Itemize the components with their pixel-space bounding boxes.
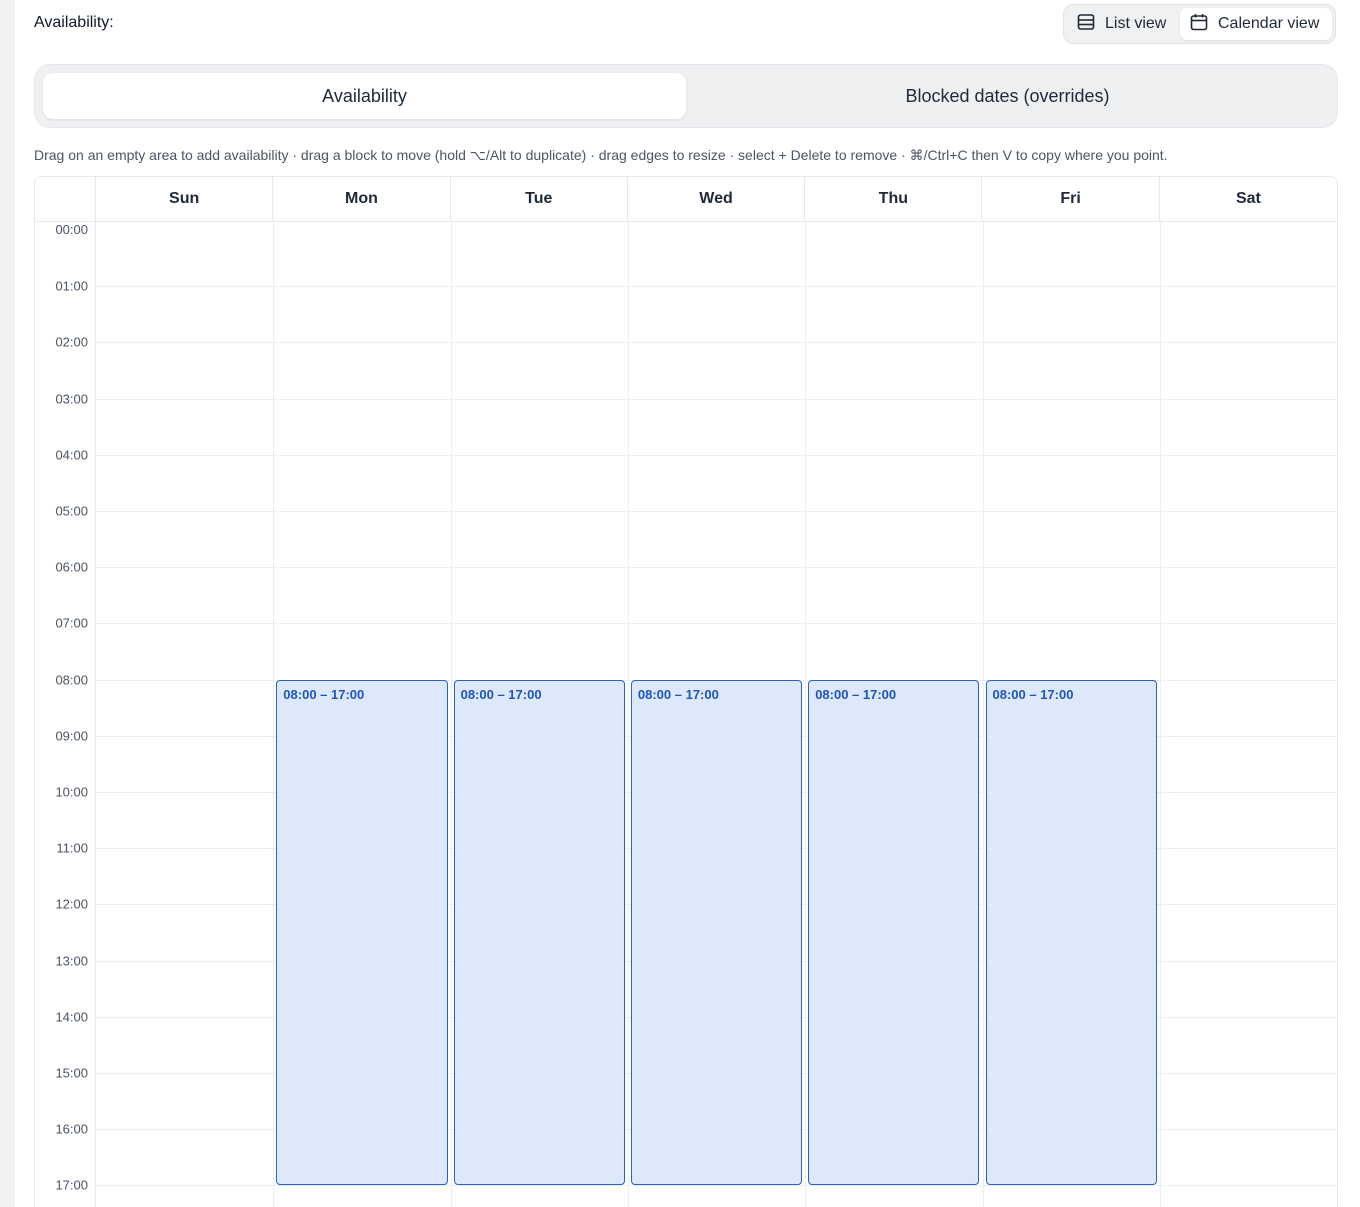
hour-label: 09:00 [55,728,88,744]
day-header-thu: Thu [805,177,983,221]
calendar-icon [1190,13,1208,36]
hour-label: 03:00 [55,391,88,407]
tab-availability[interactable]: Availability [43,73,686,119]
hour-label: 16:00 [55,1121,88,1137]
time-gutter-divider [95,222,96,1207]
availability-block-label: 08:00 – 17:00 [815,686,897,702]
hour-label: 10:00 [55,784,88,800]
hour-label: 08:00 [55,672,88,688]
day-header-wed: Wed [628,177,806,221]
availability-tabs: Availability Blocked dates (overrides) [34,64,1338,128]
calendar-header: Sun Mon Tue Wed Thu Fri Sat [35,177,1337,222]
list-view-button[interactable]: List view [1067,8,1180,40]
hour-label: 07:00 [55,615,88,631]
hour-label: 02:00 [55,334,88,350]
day-header-mon: Mon [273,177,451,221]
hour-label: 14:00 [55,1009,88,1025]
list-icon [1077,13,1095,36]
day-column-divider [450,222,452,1207]
time-gutter-header [35,177,96,221]
hour-label: 05:00 [55,503,88,519]
calendar-view-button[interactable]: Calendar view [1180,8,1332,40]
hour-gridline [96,1185,1337,1187]
hour-gridline [96,454,1337,456]
availability-block-label: 08:00 – 17:00 [283,686,365,702]
calendar-grid[interactable]: 00:00 01:00 02:00 03:00 04:00 05:00 06:00 07:00… [35,222,1337,1207]
hour-gridline [96,286,1337,288]
day-column-divider [273,222,275,1207]
availability-block-fri[interactable]: 08:00 – 17:00 [985,679,1157,1186]
availability-block-wed[interactable]: 08:00 – 17:00 [630,679,803,1186]
hour-gridline [96,342,1337,344]
availability-block-mon[interactable]: 08:00 – 17:00 [276,679,448,1186]
hour-gridline [96,623,1337,625]
hour-label: 12:00 [55,896,88,912]
day-header-sun: Sun [96,177,274,221]
hour-label: 15:00 [55,1065,88,1081]
hour-gridline [96,398,1337,400]
calendar-hint: Drag on an empty area to add availabilit… [34,147,1168,163]
hour-label: 11:00 [56,840,88,856]
day-header-fri: Fri [982,177,1160,221]
availability-block-thu[interactable]: 08:00 – 17:00 [808,679,980,1186]
availability-block-tue[interactable]: 08:00 – 17:00 [453,679,625,1186]
hour-gridline [96,567,1337,569]
tab-blocked-dates[interactable]: Blocked dates (overrides) [686,73,1329,119]
day-column-divider [1159,222,1161,1207]
hour-label: 06:00 [55,559,88,575]
hour-gridline [96,511,1337,512]
hour-label: 17:00 [55,1177,88,1193]
view-toggle: List view Calendar view [1063,4,1336,44]
weekly-calendar: Sun Mon Tue Wed Thu Fri Sat 00:00 01:00 02… [34,176,1338,1207]
hour-label: 01:00 [55,278,88,294]
day-column-divider [982,222,984,1207]
availability-panel: Availability: List view Calendar view Av… [15,0,1360,1207]
day-header-sat: Sat [1235,190,1261,207]
availability-heading: Availability: [34,14,114,31]
day-column-divider [805,222,807,1207]
availability-block-label: 08:00 – 17:00 [460,686,542,702]
calendar-view-label: Calendar view [1218,15,1320,32]
hour-label: 13:00 [55,953,88,969]
day-header-tue: Tue [451,177,628,221]
hour-label: 00:00 [55,222,88,237]
list-view-label: List view [1105,15,1167,32]
hour-label: 04:00 [55,447,88,463]
availability-block-label: 08:00 – 17:00 [637,686,719,702]
availability-block-label: 08:00 – 17:00 [992,686,1074,702]
day-column-divider [627,222,629,1207]
